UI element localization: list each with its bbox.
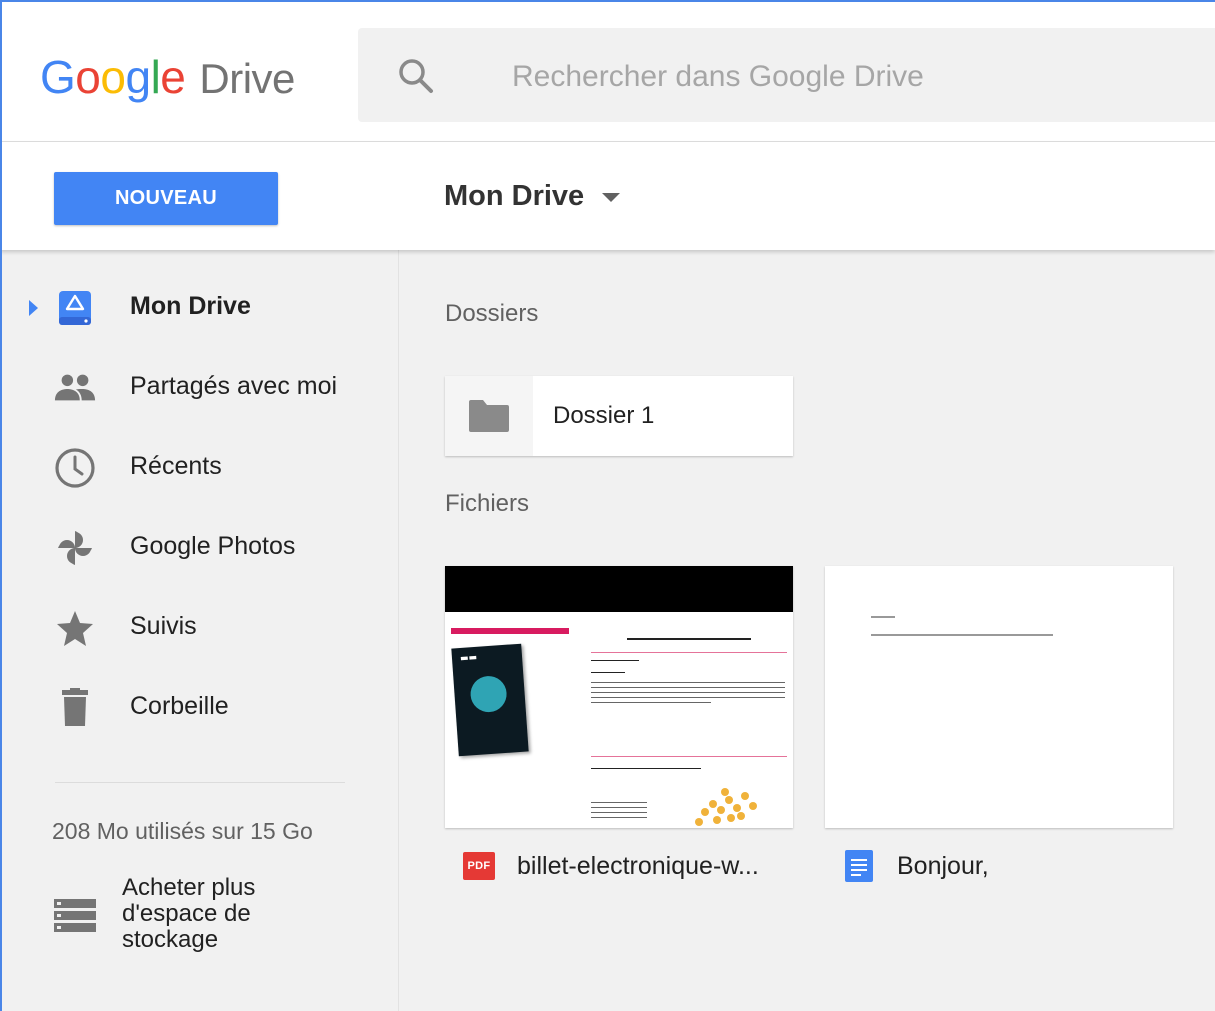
thumbnail-heading-line	[627, 638, 751, 640]
logo-letter: G	[40, 51, 76, 103]
thumbnail-text-line	[871, 616, 895, 618]
file-thumbnail[interactable]: ▬▬	[445, 566, 793, 828]
folder-icon	[467, 398, 511, 434]
thumbnail-text-line	[591, 768, 701, 769]
sidebar-item-label: Récents	[130, 452, 222, 480]
sidebar-item-trash[interactable]: Corbeille	[0, 676, 398, 740]
search-input[interactable]	[510, 53, 1194, 101]
thumbnail-text-line	[591, 697, 785, 698]
new-button[interactable]: NOUVEAU	[54, 172, 278, 225]
book-cover-mark: ▬▬	[459, 652, 478, 664]
sidebar-item-recent[interactable]: Récents	[0, 436, 398, 500]
logo-letter: e	[160, 51, 186, 103]
files-section-title: Fichiers	[445, 490, 530, 517]
sidebar-item-starred[interactable]: Suivis	[0, 596, 398, 660]
logo-drive-word: Drive	[199, 55, 295, 102]
sidebar-item-label: Corbeille	[130, 692, 229, 720]
sidebar-item-label: Suivis	[130, 612, 197, 640]
sidebar-item-label: Google Photos	[130, 532, 296, 560]
storage-usage-text: 208 Mo utilisés sur 15 Go	[52, 818, 313, 844]
file-meta: PDF billet-electronique-w...	[463, 846, 759, 886]
breadcrumb-dropdown[interactable]: Mon Drive	[444, 174, 621, 218]
expand-arrow-icon[interactable]	[29, 300, 38, 316]
file-thumbnail[interactable]	[825, 566, 1173, 828]
file-meta: Bonjour,	[843, 846, 989, 886]
thumbnail-rule	[591, 756, 787, 757]
thumbnail-text-line	[591, 672, 625, 673]
thumbnail-dots-image	[695, 788, 757, 826]
pdf-badge: PDF	[463, 852, 495, 880]
breadcrumb-label: Mon Drive	[444, 179, 585, 212]
sidebar-item-mon-drive[interactable]: Mon Drive	[0, 276, 398, 340]
sidebar-item-google-photos[interactable]: Google Photos	[0, 516, 398, 580]
sidebar-divider	[55, 782, 345, 783]
people-icon	[53, 368, 97, 408]
folder-name: Dossier 1	[553, 402, 655, 429]
search-bar[interactable]	[358, 28, 1215, 122]
trash-icon	[53, 688, 97, 728]
thumbnail-text-line	[591, 812, 647, 813]
file-name: Bonjour,	[897, 851, 989, 880]
logo-letter: o	[100, 51, 126, 103]
thumbnail-text-line	[591, 802, 647, 803]
thumbnail-text-line	[591, 682, 785, 683]
thumbnail-rule	[591, 652, 787, 653]
pdf-file-icon: PDF	[463, 850, 495, 882]
toolbar: NOUVEAU Mon Drive	[0, 142, 1215, 250]
main-content: Dossiers Dossier 1 Fichiers ▬▬ PDF bille…	[399, 250, 1215, 1011]
sidebar-item-label: Mon Drive	[130, 292, 251, 320]
thumbnail-text-line	[591, 687, 785, 688]
logo-letter: o	[75, 51, 101, 103]
buy-storage-label: Acheter plus d'espace de stockage	[122, 874, 256, 953]
thumbnail-header-band	[445, 566, 793, 612]
photos-pinwheel-icon	[53, 528, 97, 568]
storage-icon	[52, 897, 100, 935]
file-name: billet-electronique-w...	[517, 851, 759, 880]
google-docs-icon	[843, 850, 875, 882]
thumbnail-accent-bar	[451, 628, 569, 634]
sidebar: Mon Drive Partagés avec moi Récents Goog…	[0, 250, 399, 1011]
book-cover-emblem	[469, 674, 508, 714]
search-icon[interactable]	[396, 56, 436, 96]
folder-item[interactable]: Dossier 1	[445, 376, 793, 456]
drive-icon	[53, 288, 97, 328]
google-drive-logo[interactable]: Google Drive	[40, 50, 295, 106]
sidebar-item-shared[interactable]: Partagés avec moi	[0, 356, 398, 420]
thumbnail-text-line	[871, 634, 1053, 636]
docs-badge	[845, 850, 873, 882]
sidebar-item-label: Partagés avec moi	[130, 372, 338, 400]
clock-icon	[53, 448, 97, 488]
top-header: Google Drive	[0, 0, 1215, 142]
thumbnail-text-line	[591, 660, 639, 661]
thumbnail-text-line	[591, 807, 647, 808]
logo-letter: l	[150, 51, 161, 103]
thumbnail-book-cover: ▬▬	[451, 643, 529, 757]
star-icon	[53, 608, 97, 648]
thumbnail-text-line	[591, 817, 647, 818]
logo-letter: g	[125, 51, 151, 103]
thumbnail-text-line	[591, 702, 711, 703]
thumbnail-text-line	[591, 692, 785, 693]
folders-section-title: Dossiers	[445, 300, 539, 327]
chevron-down-icon	[602, 192, 621, 202]
buy-storage-link[interactable]: Acheter plus d'espace de stockage	[52, 875, 352, 957]
